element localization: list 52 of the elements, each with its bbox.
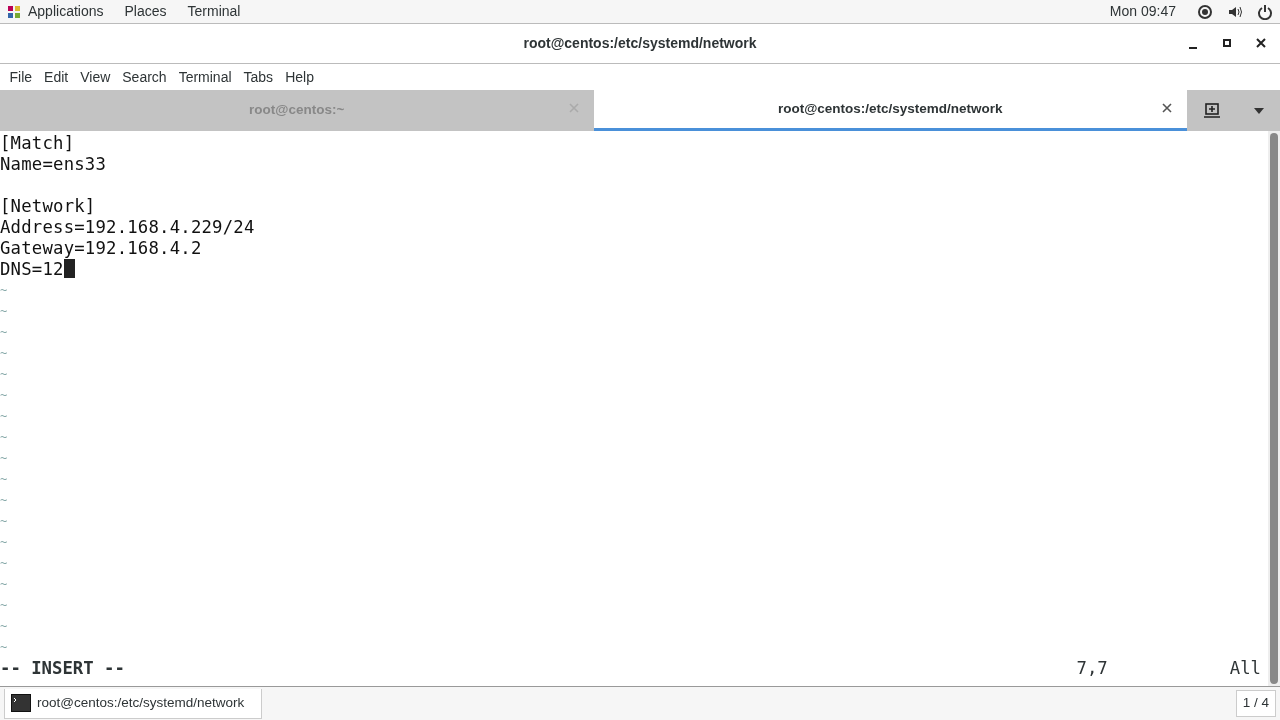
empty-line-tilde: ~ bbox=[0, 514, 8, 528]
top-menu[interactable]: Applications bbox=[28, 1, 104, 22]
code-line: [Network] bbox=[0, 196, 96, 217]
power-icon[interactable] bbox=[1257, 3, 1273, 20]
empty-line-tilde: ~ bbox=[0, 367, 8, 381]
workspace-indicator[interactable]: 1 / 4 bbox=[1235, 690, 1276, 717]
code-line: Gateway=192.168.4.2 bbox=[0, 238, 202, 259]
terminal-tab[interactable]: root@centos:/etc/systemd/network bbox=[593, 90, 1187, 131]
minimize-icon bbox=[1189, 47, 1197, 49]
top-menu[interactable]: Places bbox=[124, 1, 167, 22]
menu-item[interactable]: Terminal bbox=[172, 66, 238, 88]
terminal-icon bbox=[11, 694, 31, 712]
empty-line-tilde: ~ bbox=[0, 493, 8, 507]
menu-item[interactable]: Tabs bbox=[237, 66, 280, 88]
top-menu[interactable]: Terminal bbox=[187, 1, 241, 22]
close-icon[interactable] bbox=[1161, 102, 1173, 114]
mode-indicator: -- INSERT -- bbox=[0, 657, 125, 681]
empty-line-tilde: ~ bbox=[0, 577, 8, 591]
empty-line-tilde: ~ bbox=[0, 451, 8, 465]
menu-item[interactable]: File bbox=[3, 66, 39, 88]
maximize-icon bbox=[1223, 39, 1231, 47]
empty-line-tilde: ~ bbox=[0, 598, 8, 612]
empty-line-tilde: ~ bbox=[0, 283, 8, 297]
scrollbar[interactable] bbox=[1268, 131, 1280, 686]
close-icon bbox=[1256, 38, 1266, 48]
empty-line-tilde: ~ bbox=[0, 325, 8, 339]
code-line: [Match] bbox=[0, 133, 75, 154]
window-title: root@centos:/etc/systemd/network bbox=[523, 34, 757, 53]
menu-item[interactable]: Search bbox=[116, 66, 173, 88]
menu-item[interactable]: View bbox=[74, 66, 117, 88]
taskbar-window-button[interactable]: root@centos:/etc/systemd/network bbox=[4, 688, 262, 719]
scroll-position: All bbox=[1229, 657, 1261, 681]
code-line: Address=192.168.4.229/24 bbox=[0, 217, 255, 238]
code-line: Name=ens33 bbox=[0, 154, 107, 175]
empty-line-tilde: ~ bbox=[0, 430, 8, 444]
empty-line-tilde: ~ bbox=[0, 472, 8, 486]
empty-line-tilde: ~ bbox=[0, 346, 8, 360]
menu-item[interactable]: Help bbox=[279, 66, 320, 88]
cursor-position: 7,7 bbox=[1076, 657, 1108, 681]
network-icon[interactable] bbox=[1197, 3, 1213, 20]
empty-line-tilde: ~ bbox=[0, 640, 8, 654]
empty-line-tilde: ~ bbox=[0, 409, 8, 423]
dropdown-caret-icon[interactable] bbox=[1253, 107, 1264, 114]
clock: Mon 09:47 bbox=[1109, 2, 1176, 21]
empty-line-tilde: ~ bbox=[0, 388, 8, 402]
empty-line-tilde: ~ bbox=[0, 535, 8, 549]
empty-line-tilde: ~ bbox=[0, 619, 8, 633]
code-line: DNS=12 bbox=[0, 259, 64, 280]
menu-item[interactable]: Edit bbox=[38, 66, 75, 88]
empty-line-tilde: ~ bbox=[0, 556, 8, 570]
new-tab-icon[interactable] bbox=[1203, 102, 1222, 119]
empty-line-tilde: ~ bbox=[0, 304, 8, 318]
